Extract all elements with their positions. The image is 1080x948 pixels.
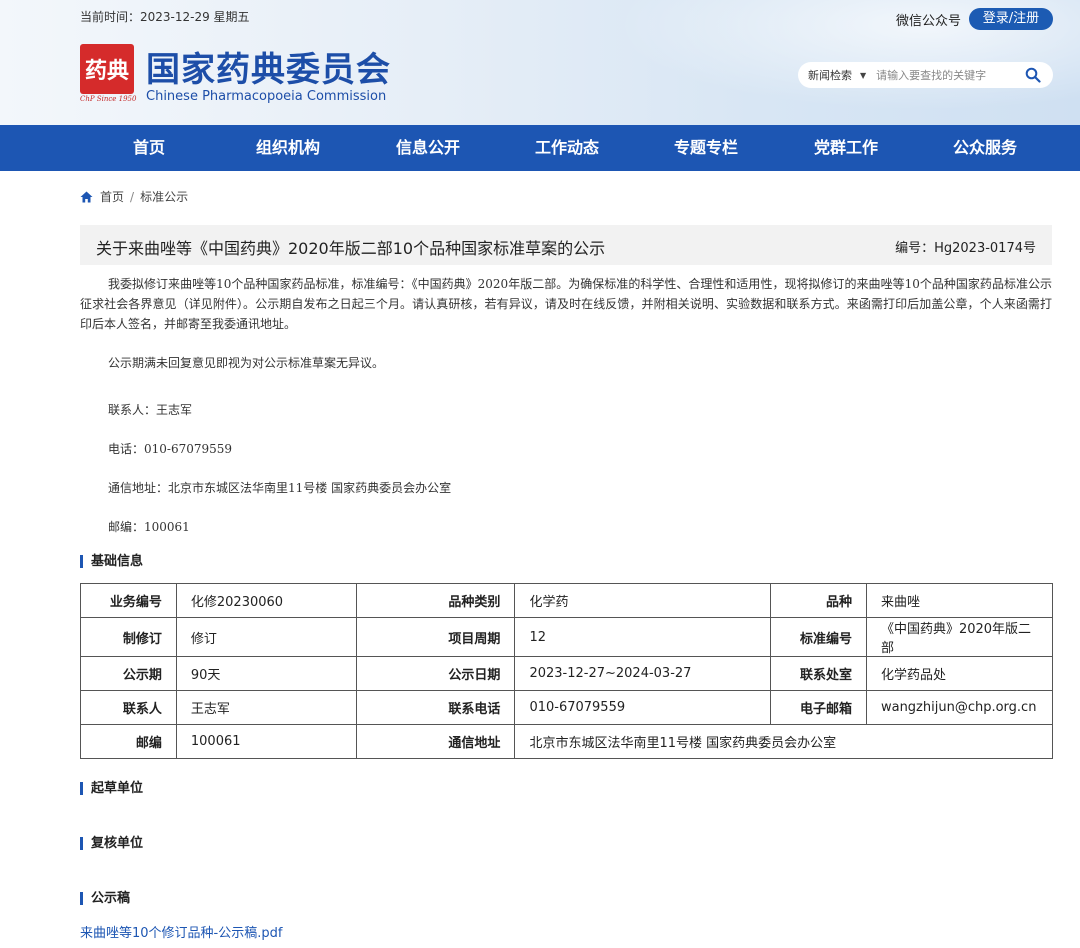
- table-cell: 北京市东城区法华南里11号楼 国家药典委员会办公室: [514, 724, 1053, 759]
- article-title-bar: 关于来曲唑等《中国药典》2020年版二部10个品种国家标准草案的公示 编号：Hg…: [80, 225, 1052, 265]
- table-cell: 来曲唑: [865, 583, 1054, 618]
- site-title-cn[interactable]: 国家药典委员会: [146, 42, 391, 91]
- article-paragraph-1: 我委拟修订来曲唑等10个品种国家药品标准，标准编号：《中国药典》2020年版二部…: [80, 277, 1052, 331]
- search-icon[interactable]: [1025, 67, 1041, 83]
- login-register-button[interactable]: 登录/注册: [969, 8, 1053, 30]
- breadcrumb-separator: /: [130, 189, 135, 204]
- table-label: 联系处室: [770, 656, 867, 691]
- home-icon[interactable]: [80, 191, 93, 203]
- main-nav: 首页 组织机构 信息公开 工作动态 专题专栏 党群工作 公众服务: [0, 125, 1080, 171]
- table-cell: 化学药品处: [865, 656, 1054, 691]
- table-label: 通信地址: [355, 724, 516, 759]
- table-label: 标准编号: [770, 617, 867, 657]
- table-cell: 90天: [175, 656, 357, 691]
- table-cell: 化修20230060: [175, 583, 357, 618]
- article-number: 编号：Hg2023-0174号: [895, 241, 1036, 256]
- wechat-link[interactable]: 微信公众号: [896, 10, 961, 29]
- article-title: 关于来曲唑等《中国药典》2020年版二部10个品种国家标准草案的公示: [96, 239, 606, 258]
- table-cell: 修订: [175, 617, 357, 657]
- search-box: 新闻检索 ▼: [798, 62, 1053, 88]
- table-label: 项目周期: [355, 617, 516, 657]
- table-label: 制修订: [80, 617, 177, 657]
- table-row: 制修订 修订 项目周期 12 标准编号 《中国药典》2020年版二部: [80, 617, 1054, 657]
- logo-seal-icon[interactable]: 药典: [80, 44, 134, 94]
- table-cell: 王志军: [175, 690, 357, 725]
- breadcrumb-home[interactable]: 首页: [100, 188, 124, 205]
- table-label: 联系电话: [355, 690, 516, 725]
- nav-item-home[interactable]: 首页: [89, 125, 209, 171]
- email-link[interactable]: wangzhijun@chp.org.cn: [865, 690, 1054, 725]
- breadcrumb: 首页 / 标准公示: [80, 188, 188, 205]
- basic-info-table: 业务编号 化修20230060 品种类别 化学药 品种 来曲唑 制修订 修订 项…: [80, 583, 1054, 759]
- section-draft: 公示稿: [80, 892, 130, 905]
- breadcrumb-current[interactable]: 标准公示: [140, 188, 188, 205]
- table-row: 业务编号 化修20230060 品种类别 化学药 品种 来曲唑: [80, 583, 1054, 618]
- section-review-unit: 复核单位: [80, 837, 143, 850]
- section-basic-info: 基础信息: [80, 555, 143, 568]
- nav-item-party-work[interactable]: 党群工作: [786, 125, 906, 171]
- site-header: 当前时间：2023-12-29 星期五 微信公众号 登录/注册 药典 ChP S…: [0, 0, 1080, 125]
- table-cell: 《中国药典》2020年版二部: [865, 617, 1054, 657]
- logo-since-text: ChP Since 1950: [80, 95, 137, 103]
- article-paragraph-2: 公示期满未回复意见即视为对公示标准草案无异议。: [108, 356, 385, 370]
- attachment-pdf-link[interactable]: 来曲唑等10个修订品种-公示稿.pdf: [80, 922, 282, 941]
- nav-item-organization[interactable]: 组织机构: [228, 125, 348, 171]
- table-label: 电子邮箱: [770, 690, 867, 725]
- table-cell: 010-67079559: [514, 690, 772, 725]
- table-label: 联系人: [80, 690, 177, 725]
- table-label: 公示期: [80, 656, 177, 691]
- table-label: 品种类别: [355, 583, 516, 618]
- contact-phone: 电话：010-67079559: [108, 442, 233, 456]
- caret-down-icon[interactable]: ▼: [860, 71, 866, 80]
- search-category-select[interactable]: 新闻检索: [808, 67, 852, 83]
- table-label: 邮编: [80, 724, 177, 759]
- table-row: 邮编 100061 通信地址 北京市东城区法华南里11号楼 国家药典委员会办公室: [80, 724, 1053, 759]
- nav-item-info-disclosure[interactable]: 信息公开: [368, 125, 488, 171]
- contact-postcode: 邮编：100061: [108, 520, 190, 534]
- table-cell: 2023-12-27~2024-03-27: [514, 656, 772, 691]
- table-cell: 化学药: [514, 583, 772, 618]
- table-row: 公示期 90天 公示日期 2023-12-27~2024-03-27 联系处室 …: [80, 656, 1054, 691]
- site-title-en: Chinese Pharmacopoeia Commission: [146, 89, 387, 104]
- table-row: 联系人 王志军 联系电话 010-67079559 电子邮箱 wangzhiju…: [80, 690, 1054, 725]
- search-input[interactable]: [876, 68, 1007, 82]
- table-cell: 100061: [175, 724, 357, 759]
- section-drafting-unit: 起草单位: [80, 782, 143, 795]
- table-label: 品种: [770, 583, 867, 618]
- table-cell: 12: [514, 617, 772, 657]
- nav-item-special-topics[interactable]: 专题专栏: [646, 125, 766, 171]
- current-date: 当前时间：2023-12-29 星期五: [80, 10, 250, 24]
- table-label: 业务编号: [80, 583, 177, 618]
- contact-address: 通信地址：北京市东城区法华南里11号楼 国家药典委员会办公室: [108, 481, 452, 495]
- contact-person: 联系人：王志军: [108, 403, 193, 417]
- nav-item-public-service[interactable]: 公众服务: [925, 125, 1045, 171]
- nav-item-work-news[interactable]: 工作动态: [507, 125, 627, 171]
- table-label: 公示日期: [355, 656, 516, 691]
